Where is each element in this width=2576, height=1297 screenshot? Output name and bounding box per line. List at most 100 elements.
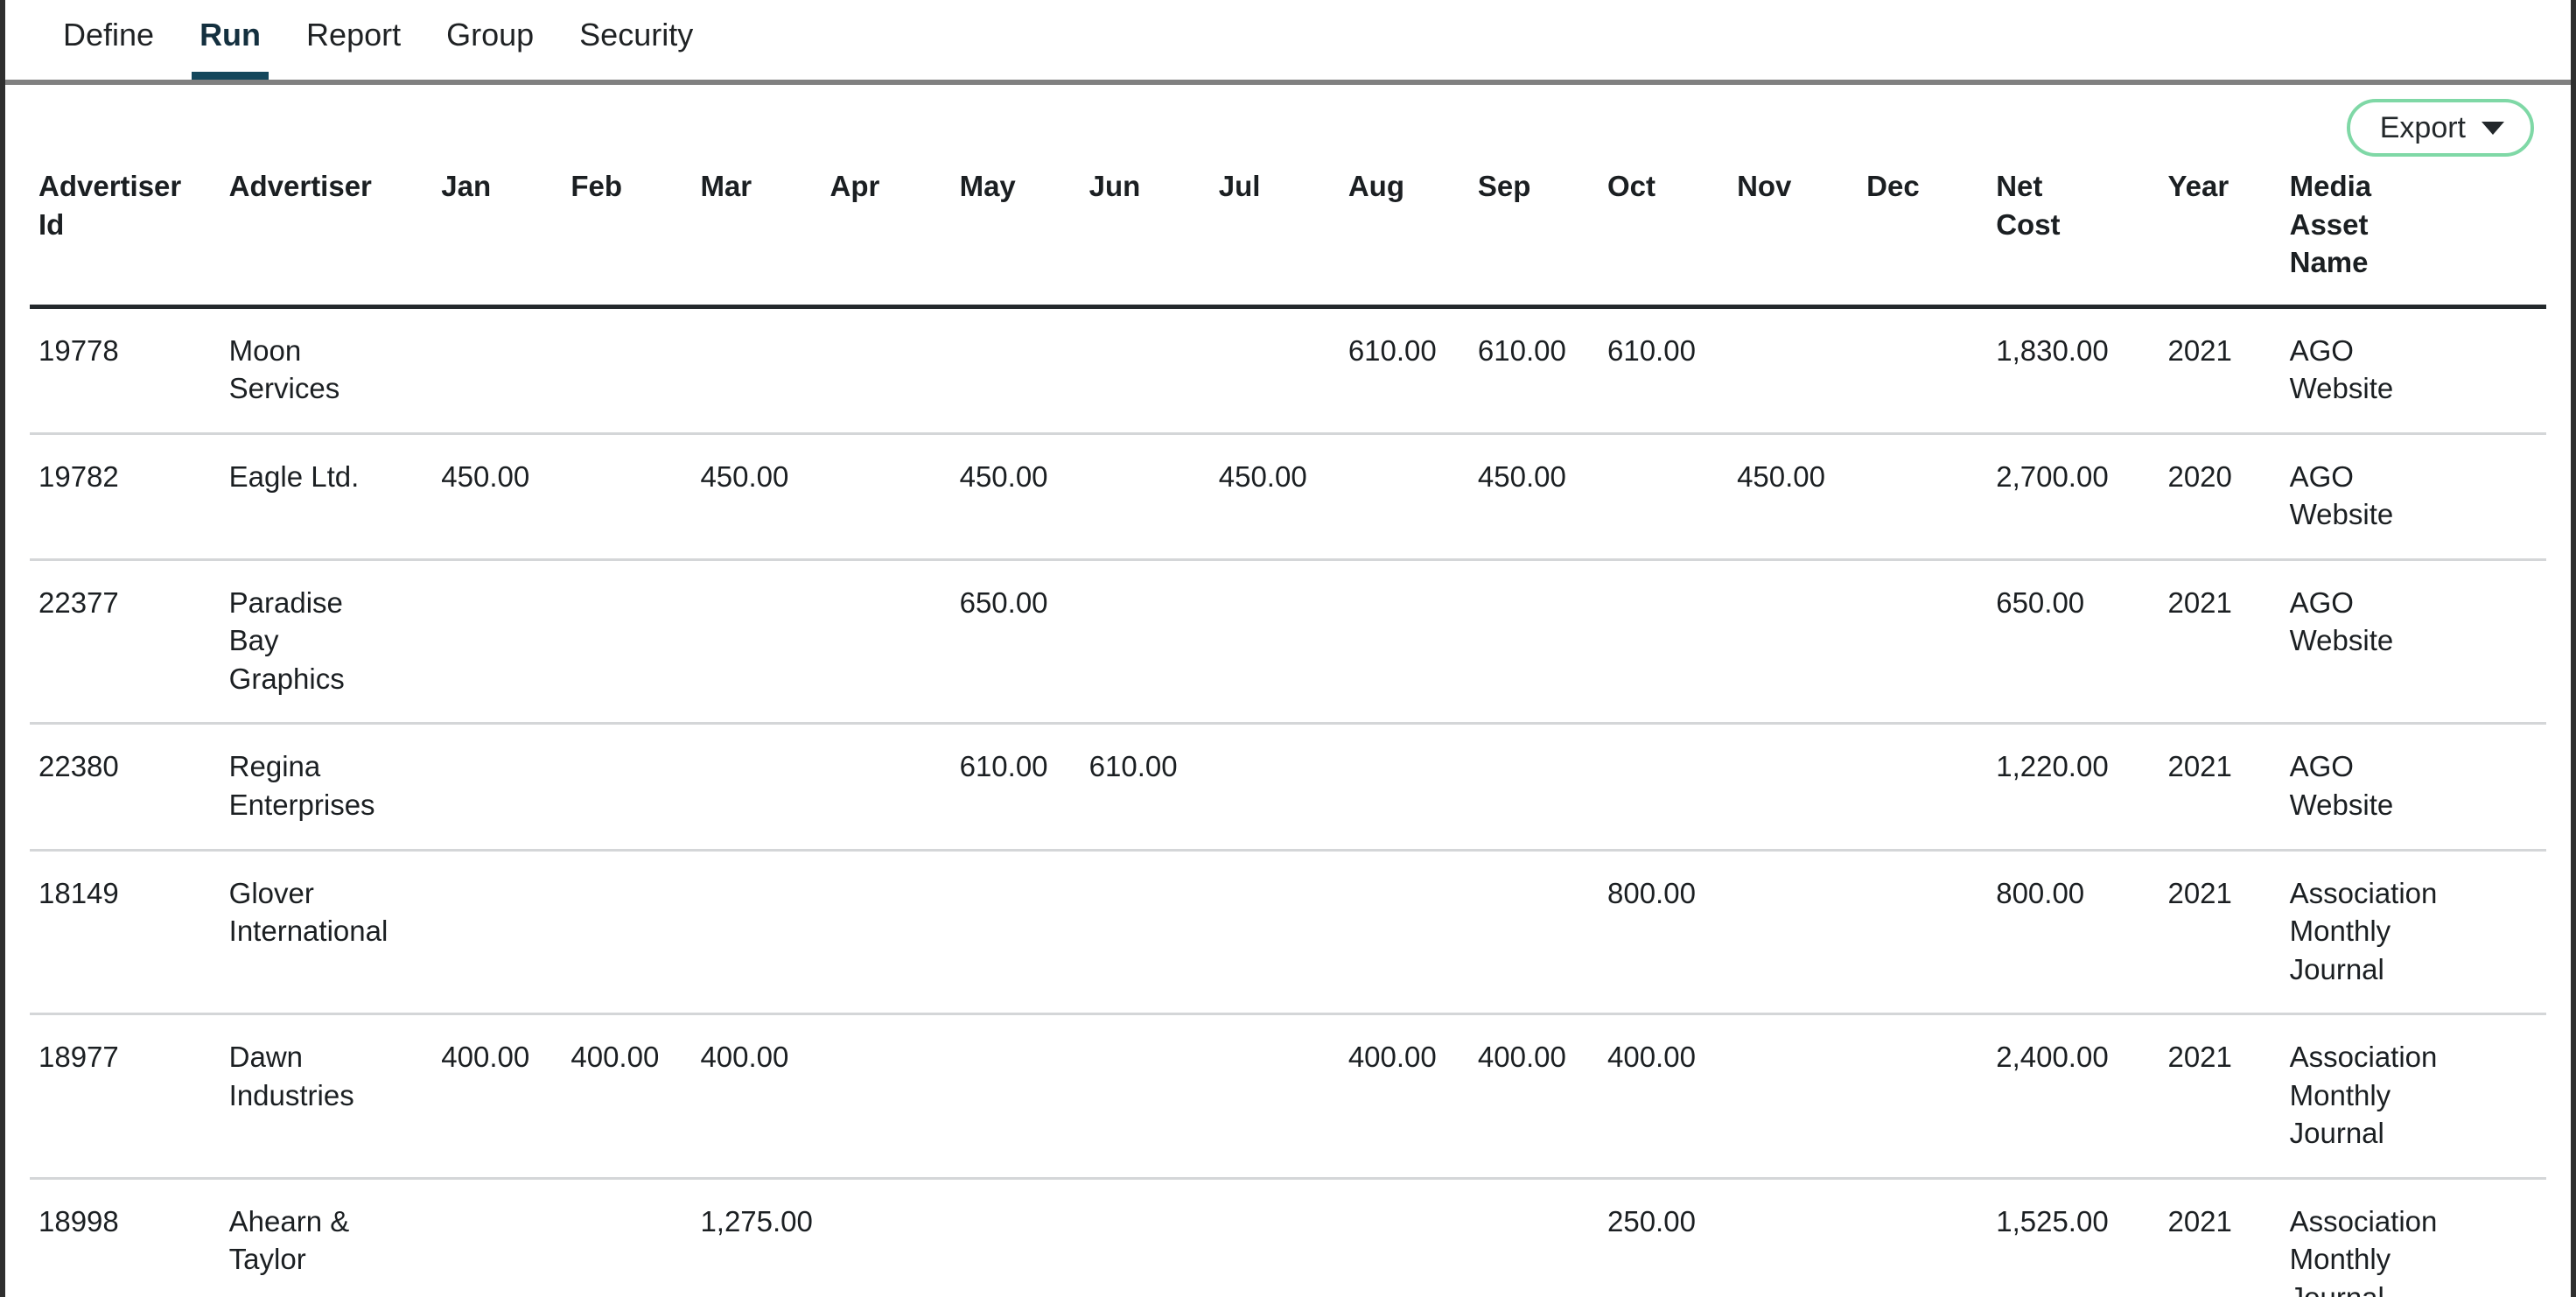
cell-sep (1468, 850, 1599, 1016)
cell-apr (821, 723, 951, 852)
tab-report[interactable]: Report (284, 0, 424, 80)
column-header-media-asset-name[interactable]: Media Asset Name (2280, 160, 2546, 309)
cell-nov (1728, 306, 1858, 435)
cell-dec (1858, 723, 1988, 852)
cell-feb (562, 1178, 692, 1297)
cell-net-cost: 650.00 (1987, 559, 2160, 726)
cell-apr (821, 1178, 951, 1297)
cell-mar (691, 306, 822, 435)
cell-aug: 400.00 (1339, 1013, 1469, 1180)
column-header-advertiser[interactable]: Advertiser (220, 160, 433, 309)
cell-media-asset-name: Association Monthly Journal (2280, 850, 2546, 1016)
table-row[interactable]: 22377 Paradise Bay Graphics 650.00 650.00 20… (30, 559, 2546, 726)
column-header-net-cost[interactable]: Net Cost (1987, 160, 2160, 309)
cell-advertiser-id: 19782 (30, 433, 220, 561)
column-header-dec[interactable]: Dec (1858, 160, 1988, 309)
cell-jan (432, 850, 563, 1016)
column-header-year[interactable]: Year (2159, 160, 2281, 309)
cell-oct: 800.00 (1598, 850, 1729, 1016)
cell-media-asset-name: AGO Website (2280, 723, 2546, 852)
cell-nov (1728, 1013, 1858, 1180)
cell-advertiser: Eagle Ltd. (220, 433, 433, 561)
report-toolbar: Export (5, 85, 2571, 160)
cell-feb (562, 723, 692, 852)
cell-sep (1468, 559, 1599, 726)
cell-nov (1728, 1178, 1858, 1297)
table-row[interactable]: 18149 Glover International 800.00 800.00 202… (30, 850, 2546, 1016)
column-header-mar[interactable]: Mar (691, 160, 822, 309)
cell-aug (1339, 433, 1469, 561)
cell-jul (1209, 1178, 1340, 1297)
cell-apr (821, 850, 951, 1016)
table-row[interactable]: 22380 Regina Enterprises 610.00 610.00 1,220… (30, 723, 2546, 852)
cell-may: 450.00 (950, 433, 1081, 561)
table-body: 19778 Moon Services 610.00 610.00 610.00 1,83… (30, 306, 2546, 1297)
cell-sep: 450.00 (1468, 433, 1599, 561)
column-header-feb[interactable]: Feb (562, 160, 692, 309)
cell-year: 2021 (2159, 1178, 2281, 1297)
table-row[interactable]: 18998 Ahearn & Taylor 1,275.00 250.00 1,525.… (30, 1178, 2546, 1297)
cell-jun: 610.00 (1080, 723, 1210, 852)
cell-year: 2021 (2159, 306, 2281, 435)
cell-sep: 610.00 (1468, 306, 1599, 435)
cell-year: 2021 (2159, 850, 2281, 1016)
cell-net-cost: 1,220.00 (1987, 723, 2160, 852)
tab-security[interactable]: Security (556, 0, 716, 80)
table-row[interactable]: 18977 Dawn Industries 400.00 400.00 400.00 40… (30, 1013, 2546, 1180)
cell-jul (1209, 306, 1340, 435)
column-header-nov[interactable]: Nov (1728, 160, 1858, 309)
column-header-aug[interactable]: Aug (1339, 160, 1469, 309)
tab-group[interactable]: Group (424, 0, 556, 80)
column-header-oct[interactable]: Oct (1598, 160, 1729, 309)
cell-may: 610.00 (950, 723, 1081, 852)
cell-advertiser-id: 18149 (30, 850, 220, 1016)
column-header-jan[interactable]: Jan (432, 160, 563, 309)
cell-mar (691, 723, 822, 852)
report-table-container: Advertiser Id Advertiser Jan Feb Mar Apr May Ju… (5, 160, 2571, 1297)
cell-may (950, 1013, 1081, 1180)
cell-mar: 400.00 (691, 1013, 822, 1180)
cell-aug: 610.00 (1339, 306, 1469, 435)
cell-jul (1209, 850, 1340, 1016)
export-button-label: Export (2379, 111, 2466, 144)
cell-net-cost: 2,700.00 (1987, 433, 2160, 561)
cell-oct (1598, 559, 1729, 726)
cell-nov (1728, 559, 1858, 726)
export-button[interactable]: Export (2346, 99, 2534, 157)
cell-jun (1080, 306, 1210, 435)
cell-may (950, 1178, 1081, 1297)
cell-jan: 450.00 (432, 433, 563, 561)
cell-oct: 400.00 (1598, 1013, 1729, 1180)
cell-advertiser: Regina Enterprises (220, 723, 433, 852)
cell-advertiser-id: 19778 (30, 306, 220, 435)
cell-oct: 250.00 (1598, 1178, 1729, 1297)
cell-jun (1080, 433, 1210, 561)
cell-jan (432, 723, 563, 852)
cell-sep (1468, 1178, 1599, 1297)
cell-dec (1858, 1013, 1988, 1180)
column-header-sep[interactable]: Sep (1468, 160, 1599, 309)
cell-mar: 450.00 (691, 433, 822, 561)
cell-jul (1209, 1013, 1340, 1180)
cell-media-asset-name: Association Monthly Journal (2280, 1013, 2546, 1180)
cell-feb (562, 306, 692, 435)
cell-advertiser-id: 18998 (30, 1178, 220, 1297)
column-header-jun[interactable]: Jun (1080, 160, 1210, 309)
cell-net-cost: 1,830.00 (1987, 306, 2160, 435)
column-header-jul[interactable]: Jul (1209, 160, 1340, 309)
column-header-advertiser-id[interactable]: Advertiser Id (30, 160, 220, 309)
cell-apr (821, 559, 951, 726)
cell-jun (1080, 1178, 1210, 1297)
table-header-row: Advertiser Id Advertiser Jan Feb Mar Apr May Ju… (30, 160, 2546, 309)
tab-define[interactable]: Define (40, 0, 177, 80)
column-header-apr[interactable]: Apr (821, 160, 951, 309)
cell-dec (1858, 850, 1988, 1016)
table-row[interactable]: 19778 Moon Services 610.00 610.00 610.00 1,83… (30, 306, 2546, 435)
cell-mar (691, 850, 822, 1016)
table-row[interactable]: 19782 Eagle Ltd. 450.00 450.00 450.00 450.00 4… (30, 433, 2546, 561)
column-header-may[interactable]: May (950, 160, 1081, 309)
cell-advertiser-id: 22380 (30, 723, 220, 852)
tab-run[interactable]: Run (177, 0, 284, 80)
cell-feb (562, 559, 692, 726)
cell-advertiser-id: 22377 (30, 559, 220, 726)
